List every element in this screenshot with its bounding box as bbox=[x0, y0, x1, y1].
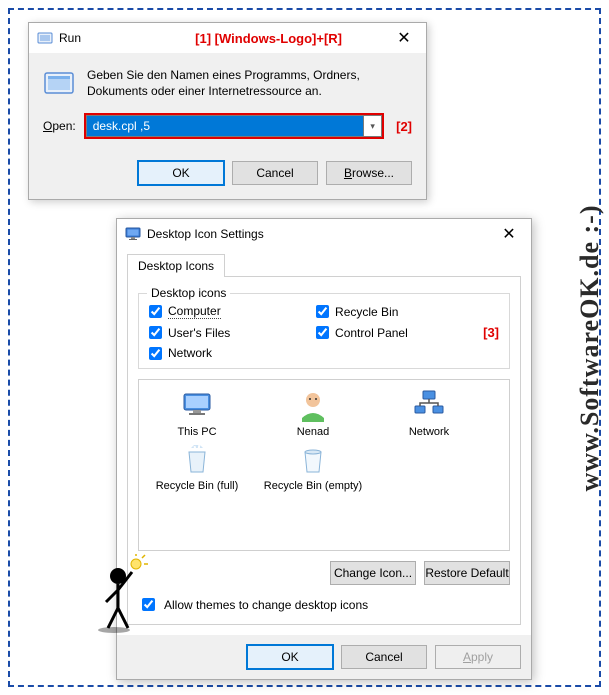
run-icon bbox=[37, 30, 53, 46]
watermark-text: www.SoftwareOK.de :-) bbox=[575, 204, 605, 491]
monitor-icon bbox=[125, 226, 141, 242]
allow-themes-check[interactable]: Allow themes to change desktop icons bbox=[138, 595, 510, 614]
group-title: Desktop icons bbox=[147, 286, 230, 300]
tab-desktop-icons[interactable]: Desktop Icons bbox=[127, 254, 225, 277]
icon-preview-list[interactable]: This PC Nenad Network Recycle Bin (full)… bbox=[138, 379, 510, 551]
run-input[interactable] bbox=[86, 115, 364, 137]
tab-strip: Desktop Icons bbox=[127, 253, 521, 276]
change-icon-button[interactable]: Change Icon... bbox=[330, 561, 416, 585]
cancel-button[interactable]: Cancel bbox=[232, 161, 318, 185]
tab-panel: Desktop icons Computer Recycle Bin User'… bbox=[127, 276, 521, 625]
check-control-panel[interactable]: Control Panel bbox=[316, 326, 465, 340]
browse-button[interactable]: Browse... bbox=[326, 161, 412, 185]
preview-network[interactable]: Network bbox=[375, 388, 483, 438]
dis-title: Desktop Icon Settings bbox=[147, 227, 487, 241]
network-icon bbox=[412, 388, 446, 422]
cancel-button[interactable]: Cancel bbox=[341, 645, 427, 669]
check-users-files[interactable]: User's Files bbox=[149, 326, 298, 340]
run-large-icon bbox=[43, 67, 75, 99]
run-input-row: Open: ▾ [2] bbox=[29, 107, 426, 153]
preview-this-pc[interactable]: This PC bbox=[143, 388, 251, 438]
open-label: Open: bbox=[43, 119, 76, 133]
icon-button-row: Change Icon... Restore Default bbox=[138, 561, 510, 585]
restore-default-button[interactable]: Restore Default bbox=[424, 561, 510, 585]
run-title: Run bbox=[59, 31, 195, 45]
run-input-highlight: ▾ bbox=[84, 113, 384, 139]
run-body: Geben Sie den Namen eines Programms, Ord… bbox=[29, 53, 426, 107]
desktop-icons-group: Desktop icons Computer Recycle Bin User'… bbox=[138, 293, 510, 369]
run-dialog: Run [1] [Windows-Logo]+[R] ✕ Geben Sie d… bbox=[28, 22, 427, 200]
pc-icon bbox=[180, 388, 214, 422]
recycle-bin-full-icon bbox=[180, 442, 214, 476]
run-titlebar: Run [1] [Windows-Logo]+[R] ✕ bbox=[29, 23, 426, 53]
check-computer[interactable]: Computer bbox=[149, 304, 298, 319]
dis-titlebar: Desktop Icon Settings ✕ bbox=[117, 219, 531, 249]
stick-figure-illustration bbox=[96, 554, 152, 634]
annotation-3: [3] bbox=[483, 325, 499, 340]
apply-button[interactable]: Apply bbox=[435, 645, 521, 669]
preview-recycle-bin-full[interactable]: Recycle Bin (full) bbox=[143, 442, 251, 492]
dis-footer: OK Cancel Apply bbox=[117, 635, 531, 679]
user-icon bbox=[296, 388, 330, 422]
checks-grid: Computer Recycle Bin User's Files Contro… bbox=[149, 304, 499, 360]
run-button-row: OK Cancel Browse... bbox=[29, 153, 426, 199]
annotation-1: [1] [Windows-Logo]+[R] bbox=[195, 31, 342, 46]
run-dropdown-button[interactable]: ▾ bbox=[364, 115, 382, 137]
check-network[interactable]: Network bbox=[149, 346, 298, 360]
apply-label: A bbox=[463, 650, 471, 664]
recycle-bin-empty-icon bbox=[296, 442, 330, 476]
close-button[interactable]: ✕ bbox=[382, 24, 426, 52]
dis-body: Desktop Icons Desktop icons Computer Rec… bbox=[117, 249, 531, 635]
ok-button[interactable]: OK bbox=[138, 161, 224, 185]
annotation-2: [2] bbox=[396, 119, 412, 134]
desktop-icon-settings-dialog: Desktop Icon Settings ✕ Desktop Icons De… bbox=[116, 218, 532, 680]
ok-button[interactable]: OK bbox=[247, 645, 333, 669]
run-description: Geben Sie den Namen eines Programms, Ord… bbox=[87, 67, 412, 99]
close-button[interactable]: ✕ bbox=[487, 220, 531, 248]
check-recycle-bin[interactable]: Recycle Bin bbox=[316, 305, 465, 319]
preview-user[interactable]: Nenad bbox=[259, 388, 367, 438]
preview-recycle-bin-empty[interactable]: Recycle Bin (empty) bbox=[259, 442, 367, 492]
